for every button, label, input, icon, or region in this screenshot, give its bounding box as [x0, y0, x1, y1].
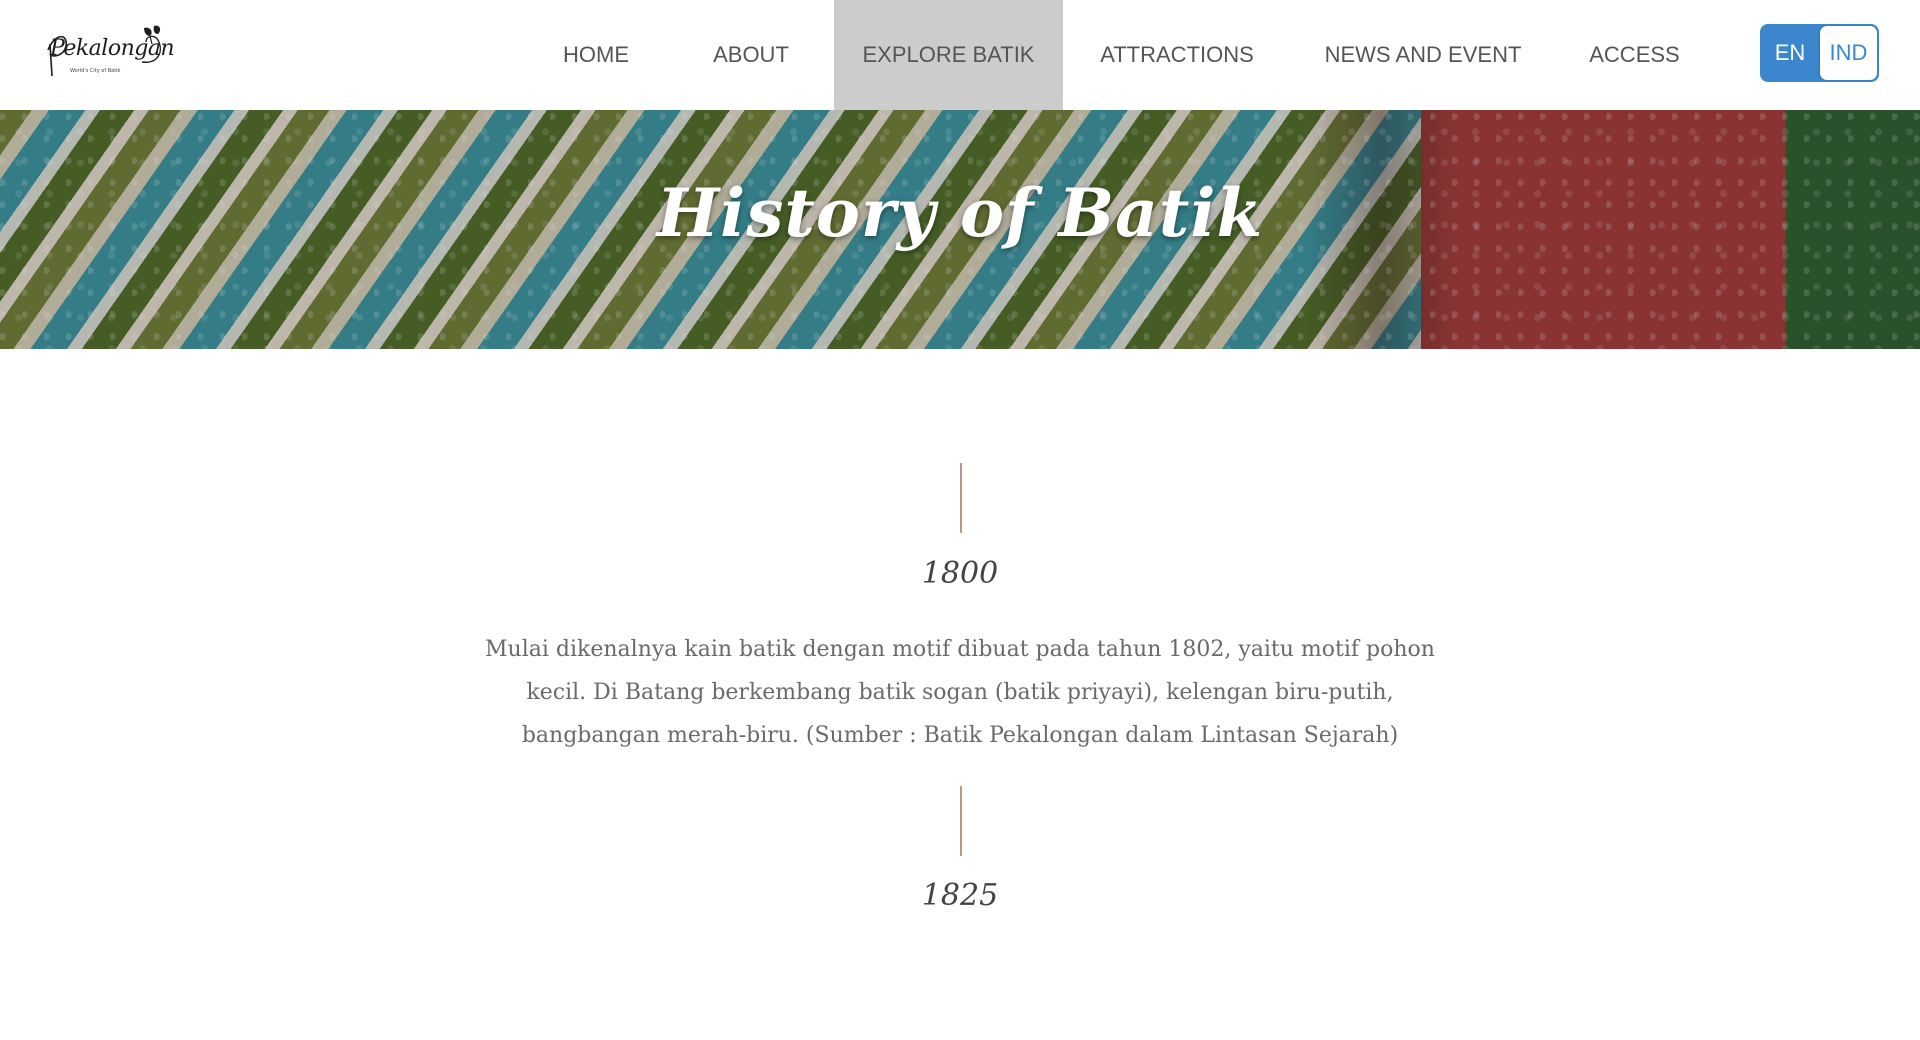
nav-access[interactable]: ACCESS [1566, 0, 1703, 110]
page-title: History of Batik [656, 174, 1264, 252]
logo-wordmark: Pekalongan [50, 36, 175, 61]
hero-banner: History of Batik [0, 110, 1920, 349]
nav-home[interactable]: HOME [535, 0, 657, 110]
nav-explore-batik[interactable]: EXPLORE BATIK [834, 0, 1063, 110]
site-header: Pekalongan World's City of Batik HOME AB… [0, 0, 1920, 110]
timeline-connector [960, 786, 962, 856]
nav-news-and-event[interactable]: NEWS AND EVENT [1310, 0, 1536, 110]
nav-attractions[interactable]: ATTRACTIONS [1082, 0, 1272, 110]
language-switcher: EN IND [1760, 24, 1879, 82]
lang-ind-button[interactable]: IND [1820, 26, 1877, 80]
pekalongan-logo[interactable]: Pekalongan World's City of Batik [46, 24, 175, 86]
logo-tagline: World's City of Batik [70, 68, 121, 74]
timeline-description: Mulai dikenalnya kain batik dengan motif… [485, 637, 1435, 748]
timeline-connector [960, 463, 962, 533]
nav-about[interactable]: ABOUT [676, 0, 826, 110]
timeline-year: 1825 [921, 878, 999, 913]
timeline-year: 1800 [921, 556, 999, 591]
lang-en-button[interactable]: EN [1760, 24, 1820, 82]
